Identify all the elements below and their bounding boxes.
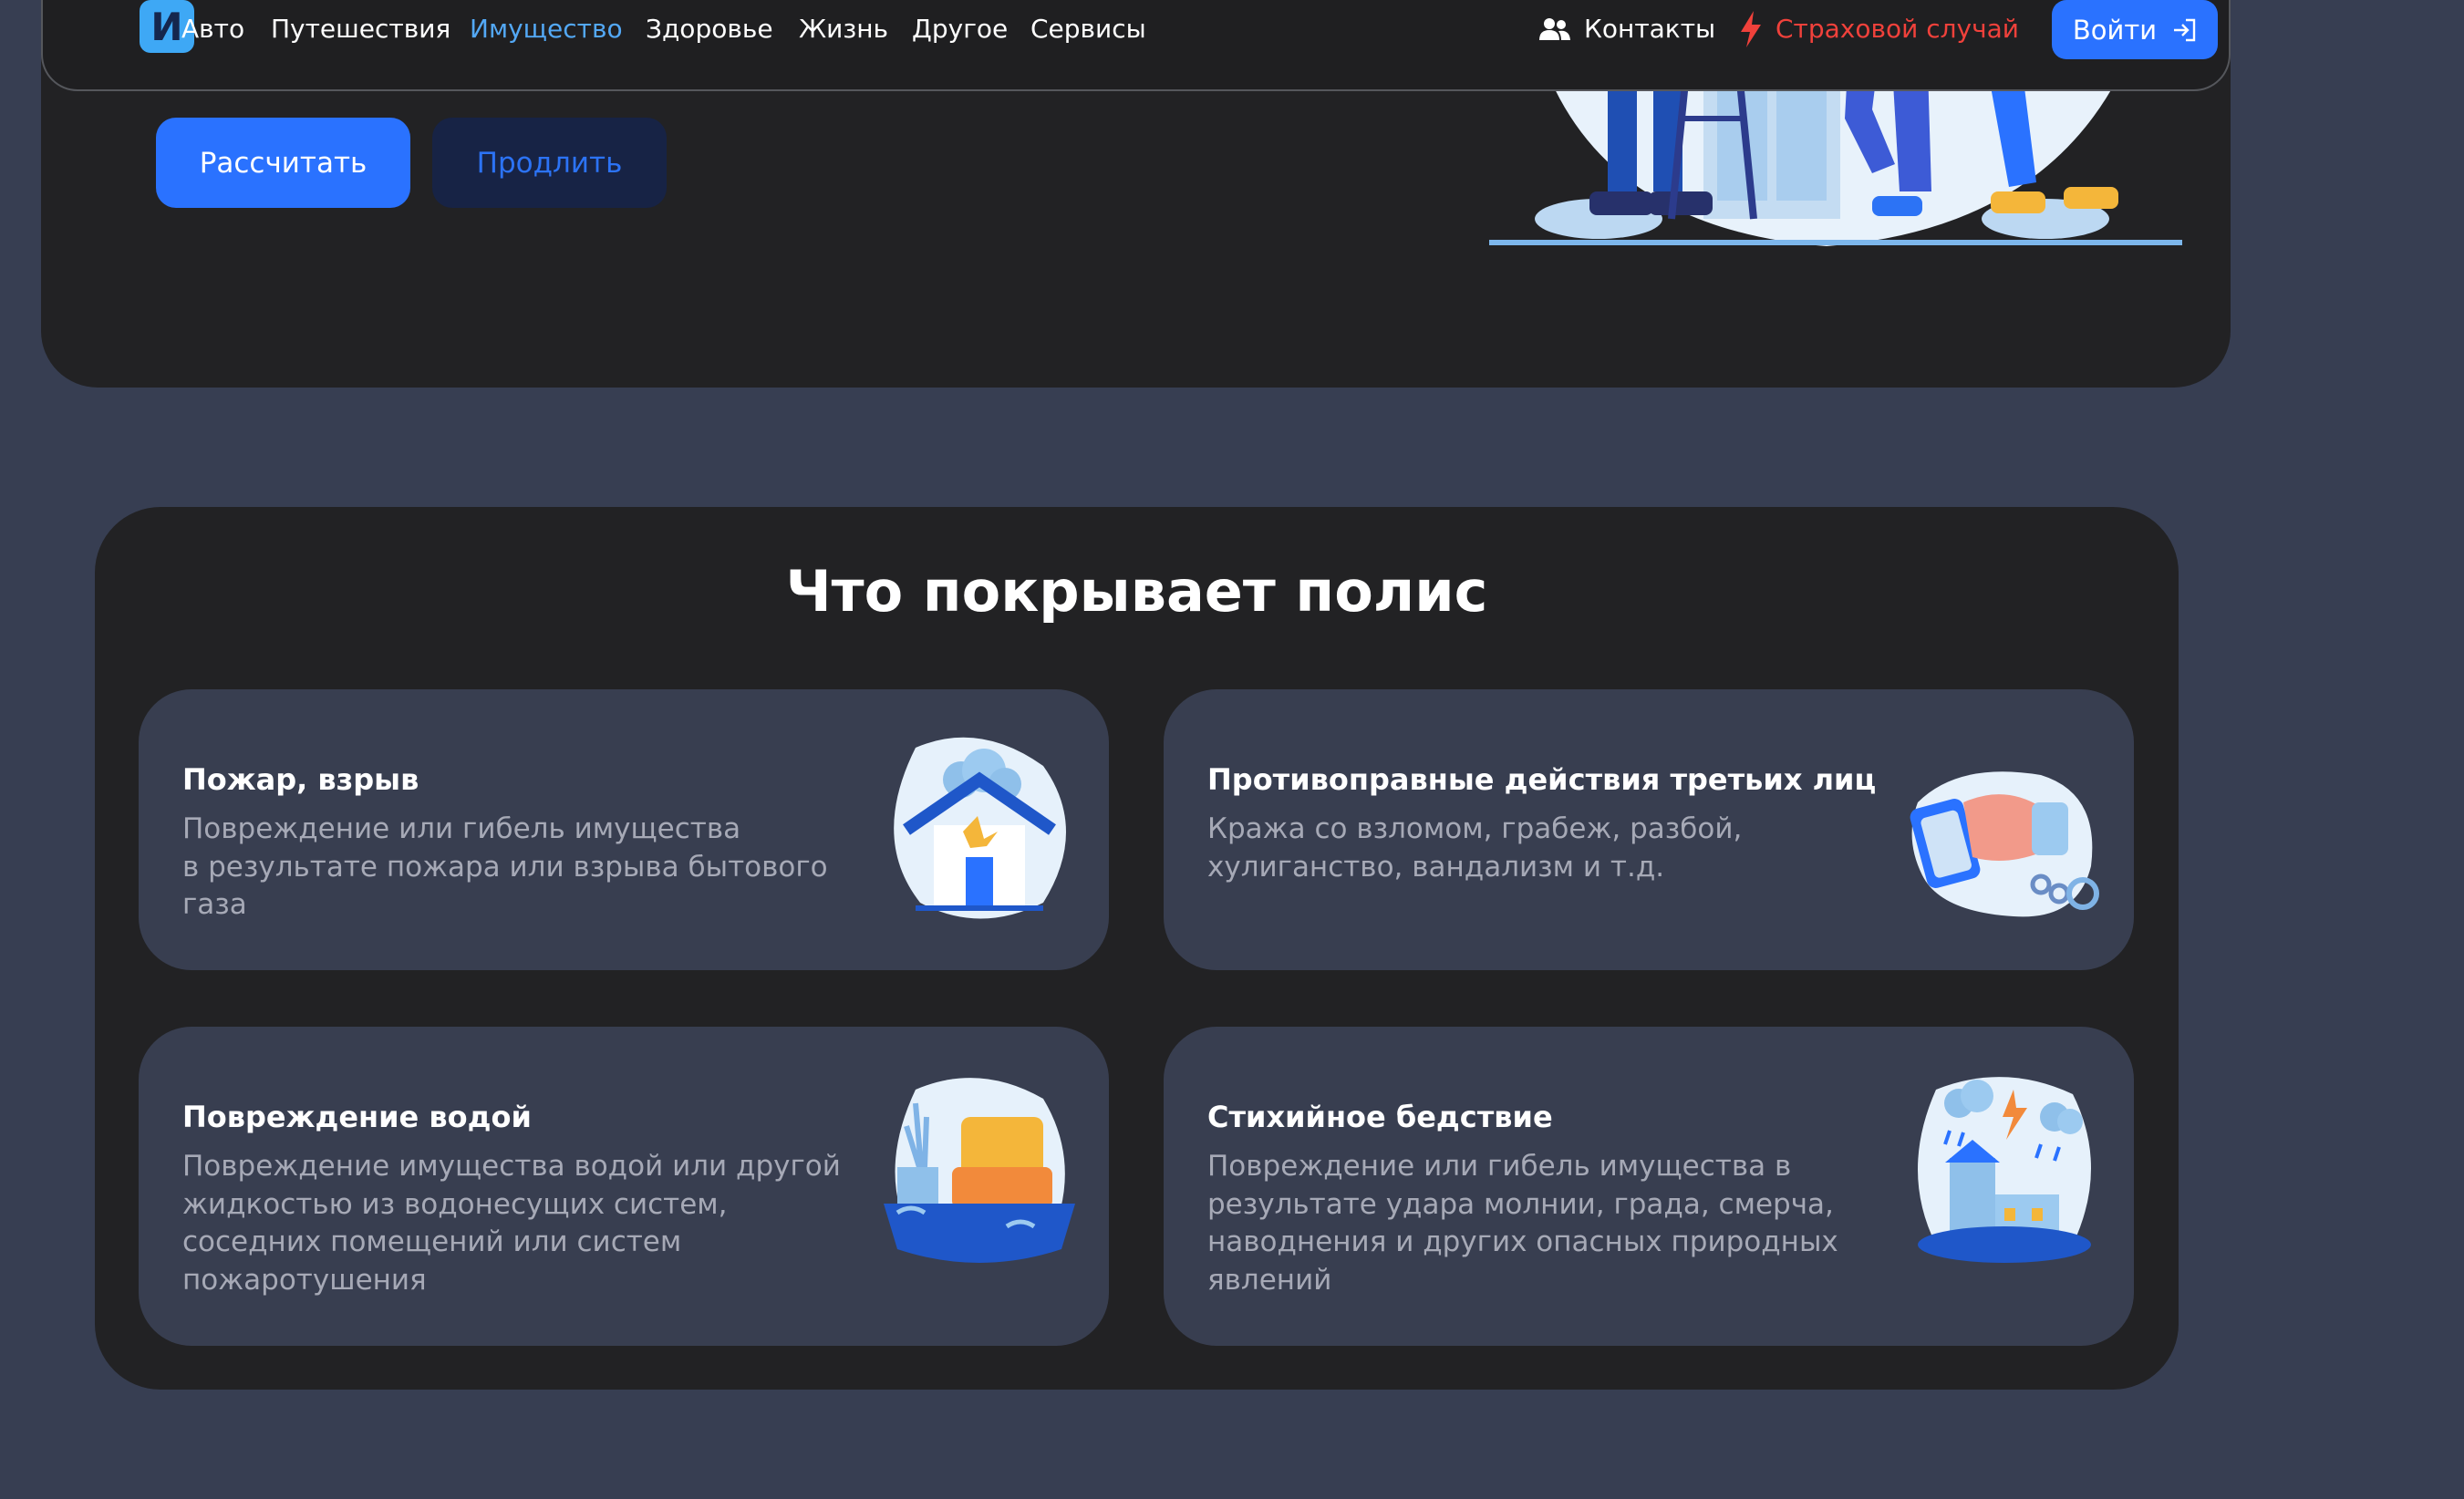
login-icon <box>2174 18 2196 41</box>
insurance-claim-link[interactable]: Страховой случай <box>1739 11 2019 47</box>
card-title: Стихийное бедствие <box>1207 1100 1553 1134</box>
card-description: Кража со взломом, грабеж, разбой, хулига… <box>1207 812 1743 884</box>
card-description: Повреждение или гибель имущества в резул… <box>1207 1150 1838 1297</box>
claim-label: Страховой случай <box>1776 14 2019 44</box>
theft-hand-cuffs-icon <box>1910 771 2099 917</box>
nav-link-avto[interactable]: Авто <box>181 11 244 47</box>
coverage-title: Что покрывает полис <box>785 558 1488 625</box>
nav-link-life[interactable]: Жизнь <box>799 11 888 47</box>
contacts-link[interactable]: Контакты <box>1538 11 1715 47</box>
coverage-card-water: Повреждение водой Повреждение имущества … <box>139 1027 1109 1346</box>
calculate-button[interactable]: Рассчитать <box>156 118 410 208</box>
nav-link-travel[interactable]: Путешествия <box>271 11 450 47</box>
card-title: Противоправные действия третьих лиц <box>1207 762 1877 797</box>
nav-link-property[interactable]: Имущество <box>470 11 623 47</box>
coverage-section: Что покрывает полис Пожар, взрыв Поврежд… <box>95 507 2179 1390</box>
flooded-armchair-icon <box>884 1078 1075 1263</box>
coverage-card-fire: Пожар, взрыв Повреждение или гибель имущ… <box>139 689 1109 970</box>
nav-link-other[interactable]: Другое <box>912 11 1008 47</box>
contacts-label: Контакты <box>1584 14 1716 44</box>
storm-house-icon <box>1918 1077 2091 1263</box>
card-title: Пожар, взрыв <box>182 762 419 797</box>
nav-link-services[interactable]: Сервисы <box>1030 11 1146 47</box>
nav-link-health[interactable]: Здоровье <box>646 11 773 47</box>
coverage-card-natural-disaster: Стихийное бедствие Повреждение или гибел… <box>1164 1027 2134 1346</box>
card-description: Повреждение имущества водой или другой ж… <box>182 1150 841 1297</box>
card-title: Повреждение водой <box>182 1100 532 1134</box>
card-description: Повреждение или гибель имущества в резул… <box>182 812 828 921</box>
coverage-card-third-party: Противоправные действия третьих лиц Краж… <box>1164 689 2134 970</box>
login-label: Войти <box>2072 14 2158 46</box>
house-fire-icon <box>894 737 1066 919</box>
people-icon <box>1539 18 1570 40</box>
logo-letter: И <box>150 4 183 49</box>
login-button[interactable]: Войти <box>2052 0 2218 59</box>
renew-button[interactable]: Продлить <box>432 118 667 208</box>
lightning-icon <box>1741 11 1761 47</box>
top-nav: И Авто Путешествия Имущество Здоровье Жи… <box>41 0 2231 91</box>
